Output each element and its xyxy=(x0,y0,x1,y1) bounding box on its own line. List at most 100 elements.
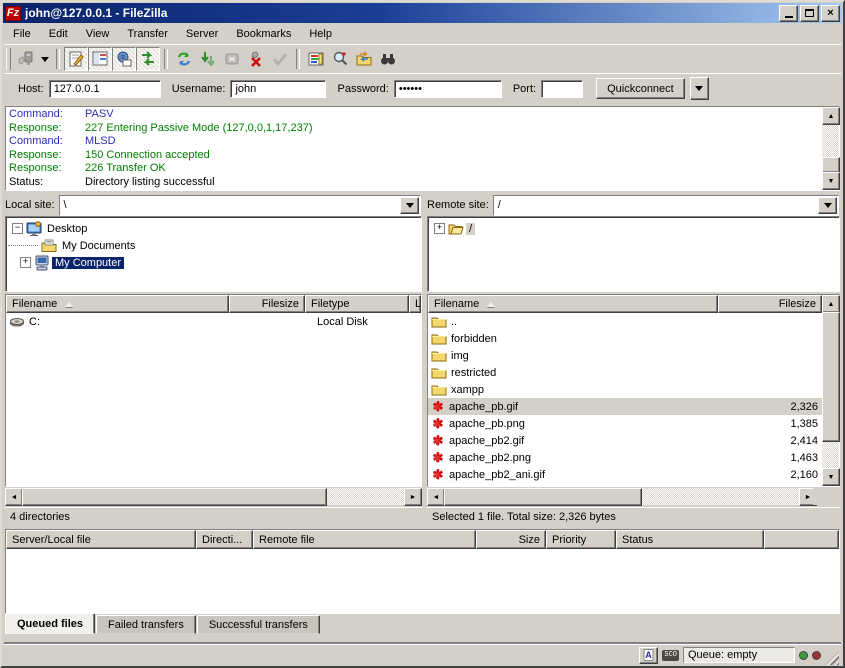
remote-file-row[interactable]: forbidden xyxy=(428,330,822,347)
tree-item-desktop[interactable]: − Desktop xyxy=(8,220,419,237)
synchronized-browsing-button[interactable] xyxy=(376,47,400,71)
remote-file-row[interactable]: restricted xyxy=(428,364,822,381)
remote-file-list[interactable]: Filename Filesize .. forbidden img restr… xyxy=(427,294,840,487)
maximize-button[interactable] xyxy=(800,5,819,22)
minimize-button[interactable] xyxy=(779,5,798,22)
remote-file-row[interactable]: ✱apache_pb2.gif 2,414 xyxy=(428,432,822,449)
collapse-icon[interactable]: − xyxy=(12,223,23,234)
expand-icon[interactable]: + xyxy=(434,223,445,234)
abort-button[interactable] xyxy=(268,47,292,71)
menu-edit[interactable]: Edit xyxy=(40,25,77,43)
tree-item-root[interactable]: + / xyxy=(430,220,837,237)
column-header-filesize[interactable]: Filesize xyxy=(718,295,822,313)
column-header-priority[interactable]: Priority xyxy=(546,530,616,549)
resize-grip[interactable] xyxy=(825,651,839,665)
scroll-up-icon[interactable]: ▲ xyxy=(822,295,840,313)
column-header-size[interactable]: Size xyxy=(476,530,546,549)
expand-icon[interactable]: + xyxy=(20,257,31,268)
scroll-down-icon[interactable]: ▼ xyxy=(822,172,840,190)
host-input[interactable] xyxy=(49,80,161,98)
column-header-filesize[interactable]: Filesize xyxy=(229,295,305,313)
scroll-left-icon[interactable]: ◄ xyxy=(5,488,23,506)
minimize-icon xyxy=(785,16,793,18)
menu-file[interactable]: File xyxy=(4,25,40,43)
filters-button[interactable] xyxy=(304,47,328,71)
title-bar[interactable]: Fz john@127.0.0.1 - FileZilla × xyxy=(3,3,842,23)
tab-failed-transfers[interactable]: Failed transfers xyxy=(96,615,196,634)
port-input[interactable] xyxy=(541,80,583,98)
message-log[interactable]: Command:PASV Response:227 Entering Passi… xyxy=(5,106,840,191)
local-file-row[interactable]: C: Local Disk xyxy=(6,313,421,330)
local-scrollbar-thumb[interactable] xyxy=(22,488,327,506)
scroll-left-icon[interactable]: ◄ xyxy=(427,488,445,506)
column-header-server-local-file[interactable]: Server/Local file xyxy=(6,530,196,549)
remote-file-row[interactable]: .. xyxy=(428,313,822,330)
queue-tabs: Queued files Failed transfers Successful… xyxy=(5,615,320,634)
file-search-button[interactable] xyxy=(328,47,352,71)
scroll-right-icon[interactable]: ► xyxy=(404,488,422,506)
refresh-button[interactable] xyxy=(172,47,196,71)
log-scrollbar[interactable]: ▲ ▼ xyxy=(822,107,839,190)
column-header-status[interactable]: Status xyxy=(616,530,764,549)
quickconnect-button[interactable]: Quickconnect xyxy=(596,78,685,99)
remote-file-row-selected[interactable]: ✱apache_pb.gif 2,326 xyxy=(428,398,822,415)
column-header-filetype[interactable]: Filetype xyxy=(305,295,409,313)
menu-view[interactable]: View xyxy=(77,25,119,43)
menu-transfer[interactable]: Transfer xyxy=(118,25,177,43)
column-header-filename[interactable]: Filename xyxy=(428,295,718,313)
remote-file-row[interactable]: xampp xyxy=(428,381,822,398)
quickconnect-bar: Host: Username: Password: Port: Quickcon… xyxy=(4,73,841,103)
transfer-mode-badge[interactable]: SCO xyxy=(662,650,679,661)
toolbar-gripper[interactable] xyxy=(6,48,11,70)
column-header-remote-file[interactable]: Remote file xyxy=(253,530,476,549)
local-horizontal-scrollbar[interactable]: ◄ ► xyxy=(5,488,422,505)
site-manager-dropdown[interactable] xyxy=(38,47,52,71)
tree-item-my-computer[interactable]: + My Computer xyxy=(8,254,419,271)
combo-dropdown-button[interactable] xyxy=(400,197,419,214)
site-manager-button[interactable] xyxy=(14,47,38,71)
folder-icon xyxy=(431,331,447,347)
remote-file-row[interactable]: ✱apache_pb.png 1,385 xyxy=(428,415,822,432)
username-input[interactable] xyxy=(230,80,326,98)
quickconnect-dropdown[interactable] xyxy=(690,77,709,100)
combo-dropdown-button[interactable] xyxy=(818,197,837,214)
column-header-direction[interactable]: Directi... xyxy=(196,530,253,549)
cancel-operation-button[interactable] xyxy=(220,47,244,71)
toggle-remote-tree-button[interactable] xyxy=(112,47,136,71)
tab-queued-files[interactable]: Queued files xyxy=(5,613,95,634)
remote-site-combo[interactable]: / xyxy=(493,195,839,216)
menu-bookmarks[interactable]: Bookmarks xyxy=(227,25,300,43)
column-header-filename[interactable]: Filename xyxy=(6,295,229,313)
password-input[interactable] xyxy=(394,80,502,98)
local-tree[interactable]: − Desktop My Documents xyxy=(5,216,422,292)
remote-scrollbar-thumb-h[interactable] xyxy=(444,488,642,506)
transfer-queue[interactable]: Server/Local file Directi... Remote file… xyxy=(5,529,840,614)
log-scrollbar-thumb[interactable] xyxy=(822,157,840,173)
remote-horizontal-scrollbar[interactable]: ◄ ► xyxy=(427,488,817,505)
tab-successful-transfers[interactable]: Successful transfers xyxy=(197,615,320,634)
local-site-combo[interactable]: \ xyxy=(59,195,421,216)
local-site-label: Local site: xyxy=(5,199,55,211)
toggle-message-log-button[interactable] xyxy=(64,47,88,71)
remote-vertical-scrollbar[interactable]: ▲ ▼ xyxy=(822,295,839,486)
process-queue-button[interactable] xyxy=(196,47,220,71)
close-button[interactable]: × xyxy=(821,5,840,22)
toggle-local-tree-button[interactable] xyxy=(88,47,112,71)
file-name: apache_pb2.gif xyxy=(449,435,524,447)
local-file-list[interactable]: Filename Filesize Filetype L C: Local Di… xyxy=(5,294,422,487)
remote-tree[interactable]: + / xyxy=(427,216,840,292)
menu-help[interactable]: Help xyxy=(300,25,341,43)
transfer-type-button[interactable]: A xyxy=(639,647,658,664)
directory-comparison-button[interactable] xyxy=(352,47,376,71)
disconnect-button[interactable] xyxy=(244,47,268,71)
remote-file-row[interactable]: ✱apache_pb2_ani.gif 2,160 xyxy=(428,466,822,483)
tree-item-my-documents[interactable]: My Documents xyxy=(8,237,419,254)
remote-file-row[interactable]: img xyxy=(428,347,822,364)
menu-server[interactable]: Server xyxy=(177,25,227,43)
remote-file-row[interactable]: ✱apache_pb2.png 1,463 xyxy=(428,449,822,466)
column-header-last-modified[interactable]: L xyxy=(409,295,421,313)
scroll-up-icon[interactable]: ▲ xyxy=(822,107,840,125)
scroll-down-icon[interactable]: ▼ xyxy=(822,468,840,486)
remote-scrollbar-thumb[interactable] xyxy=(822,312,840,442)
toggle-transfer-queue-button[interactable] xyxy=(136,47,160,71)
